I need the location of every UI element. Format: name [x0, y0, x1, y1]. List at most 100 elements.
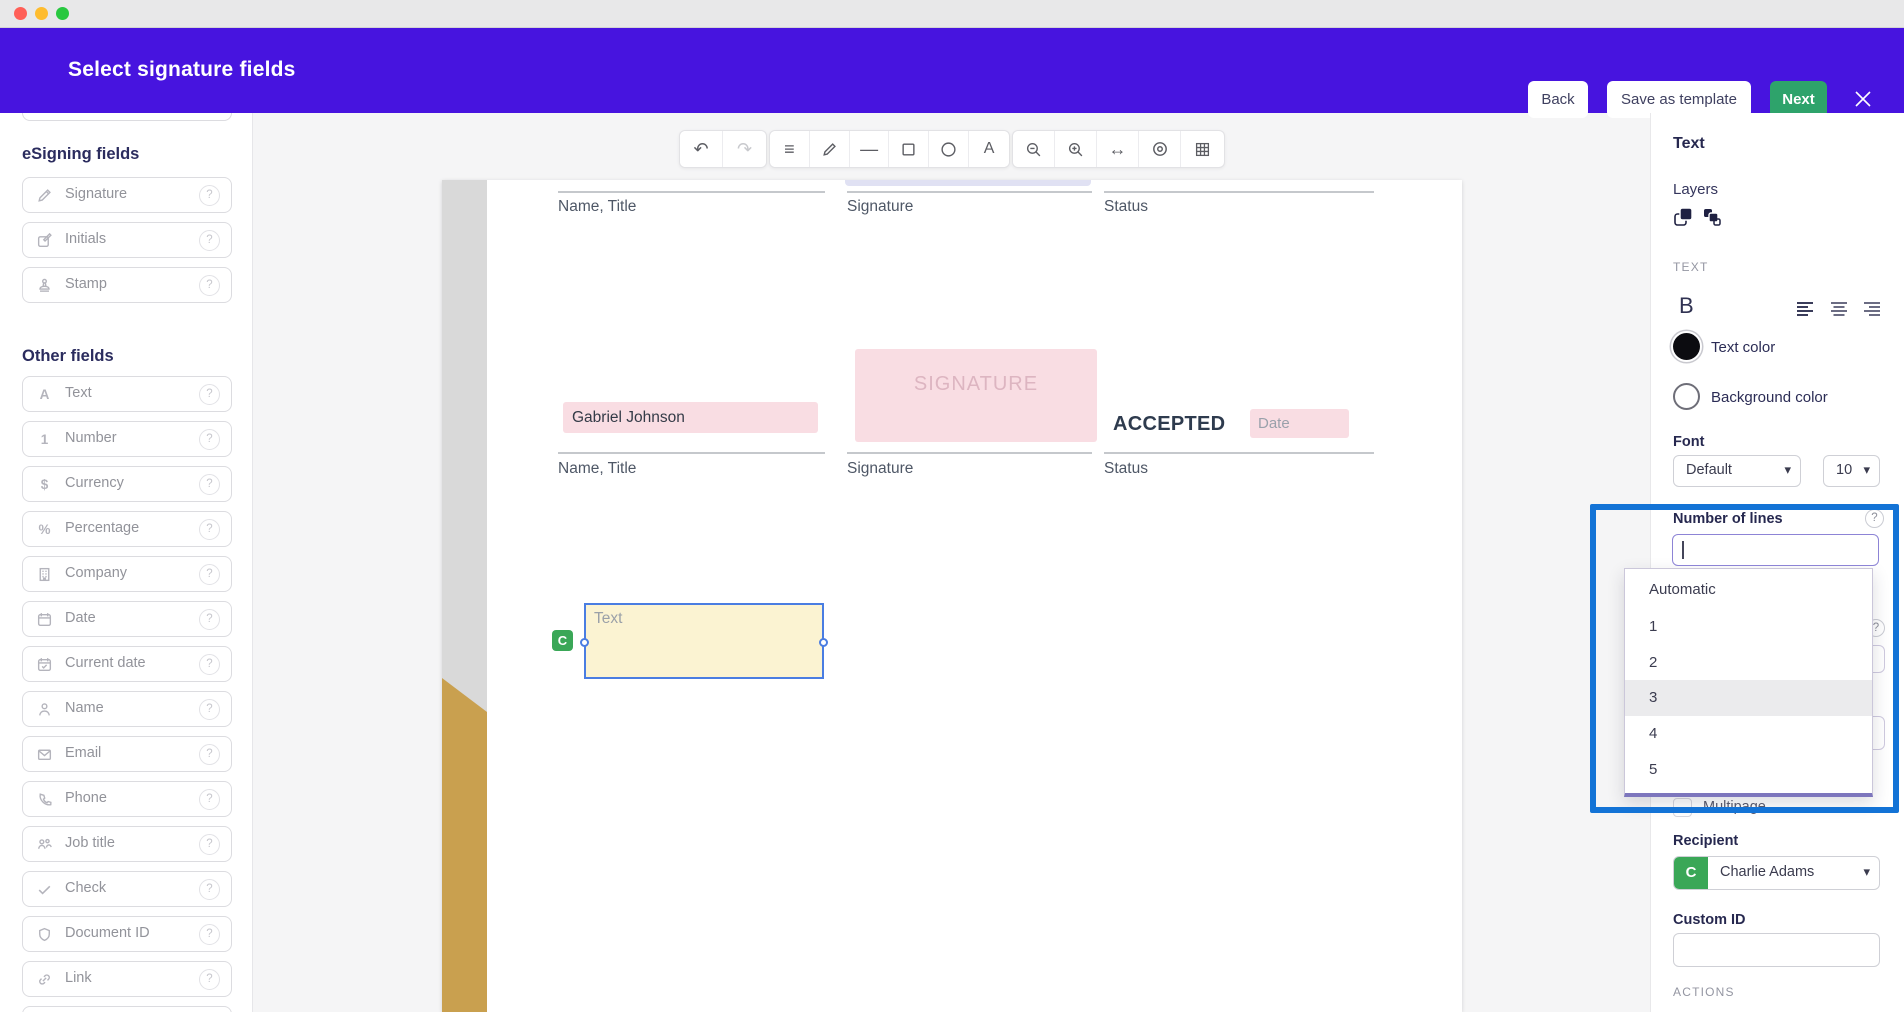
- font-family-select[interactable]: Default ▾: [1673, 455, 1801, 487]
- date-field[interactable]: Date: [1250, 409, 1349, 438]
- help-icon[interactable]: ?: [199, 969, 220, 990]
- sidebar-item-phone[interactable]: Phone ?: [22, 781, 232, 817]
- bold-button[interactable]: B: [1679, 293, 1694, 319]
- sidebar-item-document-id[interactable]: Document ID ?: [22, 916, 232, 952]
- zoom-traffic-light[interactable]: [56, 7, 69, 20]
- sidebar-item-company[interactable]: Company ?: [22, 556, 232, 592]
- help-icon[interactable]: ?: [199, 474, 220, 495]
- sidebar-item-date[interactable]: Date ?: [22, 601, 232, 637]
- column-label: Name, Title: [558, 460, 636, 478]
- close-icon[interactable]: [1851, 87, 1875, 111]
- align-left-icon[interactable]: [1796, 301, 1814, 322]
- rectangle-tool-icon[interactable]: [889, 131, 929, 167]
- send-backward-icon[interactable]: [1701, 206, 1723, 228]
- align-center-icon[interactable]: [1830, 301, 1848, 322]
- sidebar-item-name[interactable]: Name ?: [22, 691, 232, 727]
- dropdown-option-4[interactable]: 4: [1625, 716, 1872, 752]
- fit-width-icon[interactable]: ↔: [1097, 131, 1139, 167]
- scrolled-field-fragment: [845, 180, 1091, 186]
- name-title-field[interactable]: Gabriel Johnson: [563, 402, 818, 433]
- help-icon[interactable]: ?: [199, 609, 220, 630]
- help-icon[interactable]: ?: [199, 834, 220, 855]
- check-icon: [36, 881, 53, 898]
- status-value: ACCEPTED: [1113, 413, 1225, 436]
- grid-icon[interactable]: [1181, 131, 1223, 167]
- help-icon[interactable]: ?: [199, 384, 220, 405]
- help-icon[interactable]: ?: [199, 699, 220, 720]
- selected-text-field[interactable]: Text: [584, 603, 824, 679]
- text-color-label: Text color: [1711, 339, 1775, 356]
- help-icon[interactable]: ?: [199, 654, 220, 675]
- dropdown-option-3[interactable]: 3: [1625, 680, 1872, 716]
- line-tool-icon[interactable]: —: [850, 131, 890, 167]
- sidebar-item-currency[interactable]: $ Currency ?: [22, 466, 232, 502]
- background-color-swatch[interactable]: [1673, 383, 1700, 410]
- pencil-tool-icon[interactable]: [810, 131, 850, 167]
- sidebar-item-initials[interactable]: Initials ?: [22, 222, 232, 258]
- zoom-in-icon[interactable]: [1055, 131, 1097, 167]
- sidebar-item-link[interactable]: Link ?: [22, 961, 232, 997]
- help-icon[interactable]: ?: [1865, 509, 1884, 528]
- dropdown-option-5[interactable]: 5: [1625, 752, 1872, 788]
- esigning-fields-heading: eSigning fields: [22, 145, 232, 164]
- preview-eye-icon[interactable]: [1139, 131, 1181, 167]
- custom-id-label: Custom ID: [1673, 912, 1746, 928]
- layers-label: Layers: [1673, 181, 1718, 198]
- help-icon[interactable]: ?: [199, 230, 220, 251]
- chevron-down-icon: ▾: [1863, 864, 1870, 880]
- close-traffic-light[interactable]: [14, 7, 27, 20]
- help-icon[interactable]: ?: [199, 275, 220, 296]
- number-of-lines-label: Number of lines: [1673, 511, 1783, 527]
- sidebar-item-number[interactable]: 1 Number ?: [22, 421, 232, 457]
- text-icon: A: [36, 386, 53, 403]
- zoom-out-icon[interactable]: [1013, 131, 1055, 167]
- help-icon[interactable]: ?: [199, 924, 220, 945]
- percentage-icon: %: [36, 521, 53, 538]
- redo-icon[interactable]: ↷: [723, 131, 766, 167]
- resize-handle-right[interactable]: [819, 638, 828, 647]
- sidebar-item-job-title[interactable]: Job title ?: [22, 826, 232, 862]
- chevron-down-icon: ▾: [1863, 462, 1870, 478]
- recipient-badge: C: [552, 630, 573, 651]
- bring-forward-icon[interactable]: [1673, 206, 1695, 228]
- background-color-label: Background color: [1711, 389, 1828, 406]
- help-icon[interactable]: ?: [199, 879, 220, 900]
- help-icon[interactable]: ?: [199, 744, 220, 765]
- recipient-select[interactable]: C Charlie Adams ▾: [1673, 856, 1880, 890]
- custom-id-input[interactable]: [1673, 933, 1880, 967]
- align-right-icon[interactable]: [1863, 301, 1881, 322]
- sidebar-item-current-date[interactable]: Current date ?: [22, 646, 232, 682]
- recipient-avatar: C: [1674, 857, 1708, 889]
- calendar-icon: [36, 611, 53, 628]
- sidebar-item-percentage[interactable]: % Percentage ?: [22, 511, 232, 547]
- help-icon[interactable]: ?: [199, 185, 220, 206]
- sidebar-item-check[interactable]: Check ?: [22, 871, 232, 907]
- text-section-label: TEXT: [1673, 260, 1708, 274]
- undo-icon[interactable]: ↶: [680, 131, 723, 167]
- signature-field[interactable]: SIGNATURE: [855, 349, 1097, 442]
- help-icon[interactable]: ?: [199, 429, 220, 450]
- help-icon[interactable]: ?: [199, 789, 220, 810]
- resize-handle-left[interactable]: [580, 638, 589, 647]
- help-icon[interactable]: ?: [199, 564, 220, 585]
- help-icon[interactable]: ?: [199, 519, 220, 540]
- sidebar-item-email[interactable]: Email ?: [22, 736, 232, 772]
- font-label: Font: [1673, 434, 1704, 450]
- dropdown-option-automatic[interactable]: Automatic: [1625, 572, 1872, 608]
- font-size-select[interactable]: 10 ▾: [1823, 455, 1880, 487]
- ellipse-tool-icon[interactable]: [929, 131, 969, 167]
- multipage-checkbox[interactable]: [1673, 798, 1692, 817]
- text-color-swatch[interactable]: [1673, 333, 1700, 360]
- sidebar-item-stamp[interactable]: Stamp ?: [22, 267, 232, 303]
- number-of-lines-input[interactable]: [1672, 534, 1879, 566]
- menu-lines-icon[interactable]: ≡: [770, 131, 810, 167]
- company-icon: [36, 566, 53, 583]
- text-tool-icon[interactable]: A: [969, 131, 1009, 167]
- dropdown-option-2[interactable]: 2: [1625, 645, 1872, 681]
- dropdown-option-1[interactable]: 1: [1625, 609, 1872, 645]
- envelope-icon: [36, 746, 53, 763]
- minimize-traffic-light[interactable]: [35, 7, 48, 20]
- back-button[interactable]: Back: [1528, 81, 1588, 118]
- sidebar-item-text[interactable]: A Text ?: [22, 376, 232, 412]
- sidebar-item-signature[interactable]: Signature ?: [22, 177, 232, 213]
